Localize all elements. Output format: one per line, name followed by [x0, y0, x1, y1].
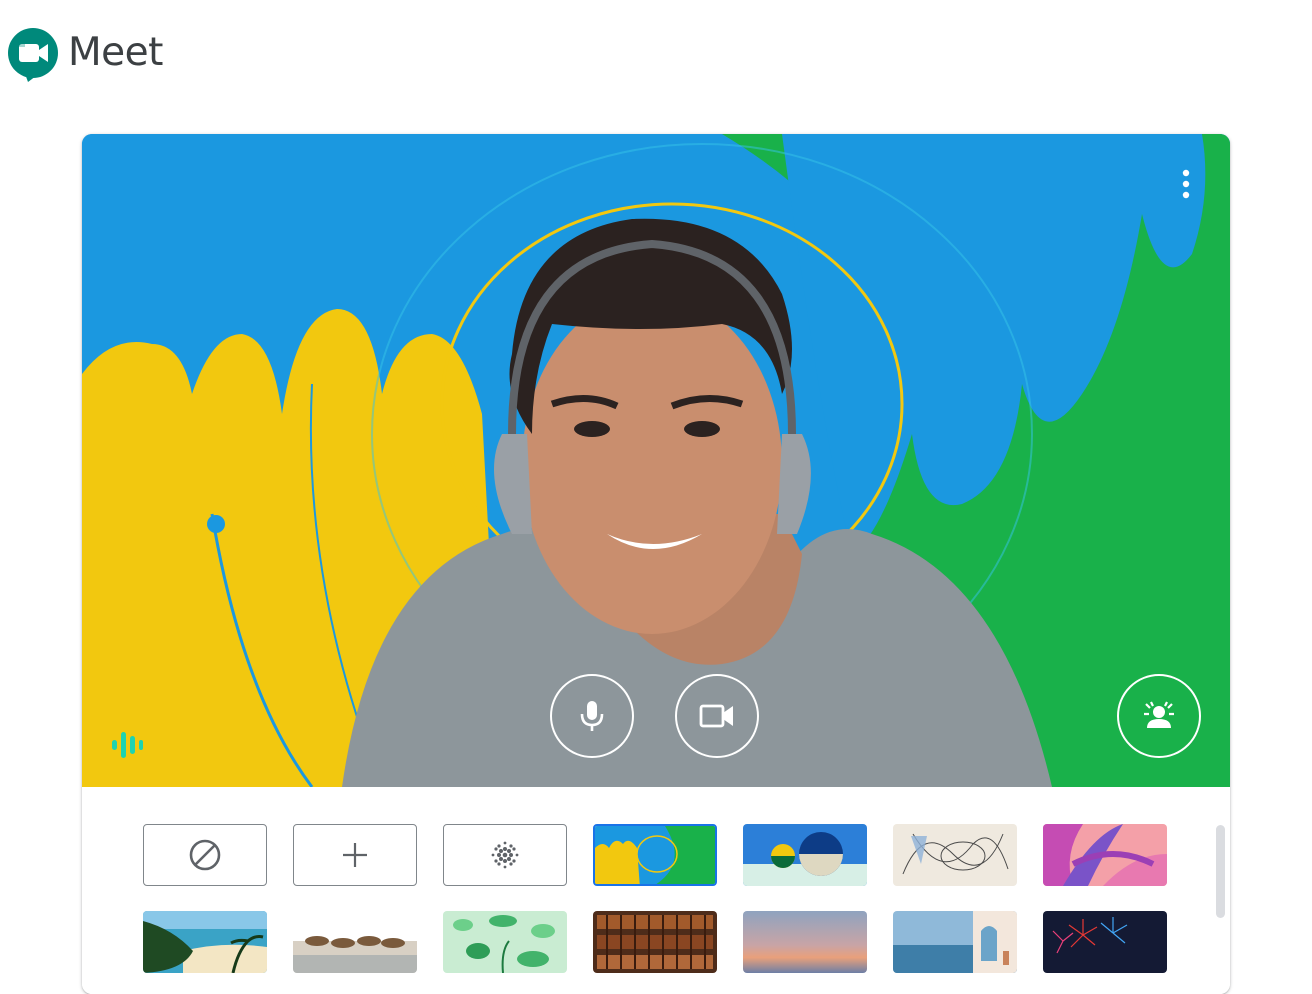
self-video-preview [82, 134, 1230, 787]
blur-background-tile[interactable] [443, 824, 567, 886]
no-effect-tile[interactable] [143, 824, 267, 886]
meet-logo-icon [6, 26, 62, 84]
background-abstract-spheres[interactable] [743, 824, 867, 886]
background-fireworks[interactable] [1043, 911, 1167, 973]
blur-icon [491, 841, 519, 869]
background-effects-panel [82, 787, 1230, 994]
background-paint-image [82, 134, 1230, 787]
videocam-icon [699, 704, 733, 728]
background-underwater-plants[interactable] [443, 911, 567, 973]
visual-effects-button[interactable] [1117, 674, 1201, 758]
no-effect-icon [189, 839, 221, 871]
background-tropical-beach[interactable] [143, 911, 267, 973]
background-seaside-terrace[interactable] [893, 911, 1017, 973]
background-line-sketch[interactable] [893, 824, 1017, 886]
visual-effects-icon [1144, 701, 1174, 728]
plus-icon [343, 843, 367, 867]
microphone-toggle-button[interactable] [550, 674, 634, 758]
microphone-icon [580, 701, 604, 731]
background-pink-leaves[interactable] [1043, 824, 1167, 886]
app-title: Meet [68, 30, 163, 75]
more-options-button[interactable] [1164, 162, 1208, 206]
audio-level-icon [108, 726, 144, 762]
preview-card [82, 134, 1230, 994]
background-bookshelf[interactable] [593, 911, 717, 973]
effects-scrollbar[interactable] [1216, 825, 1225, 918]
background-paint-swirl[interactable] [593, 824, 717, 886]
upload-background-tile[interactable] [293, 824, 417, 886]
background-running-horses[interactable] [293, 911, 417, 973]
background-sunset-gradient[interactable] [743, 911, 867, 973]
camera-toggle-button[interactable] [675, 674, 759, 758]
more-vert-icon [1182, 169, 1190, 199]
